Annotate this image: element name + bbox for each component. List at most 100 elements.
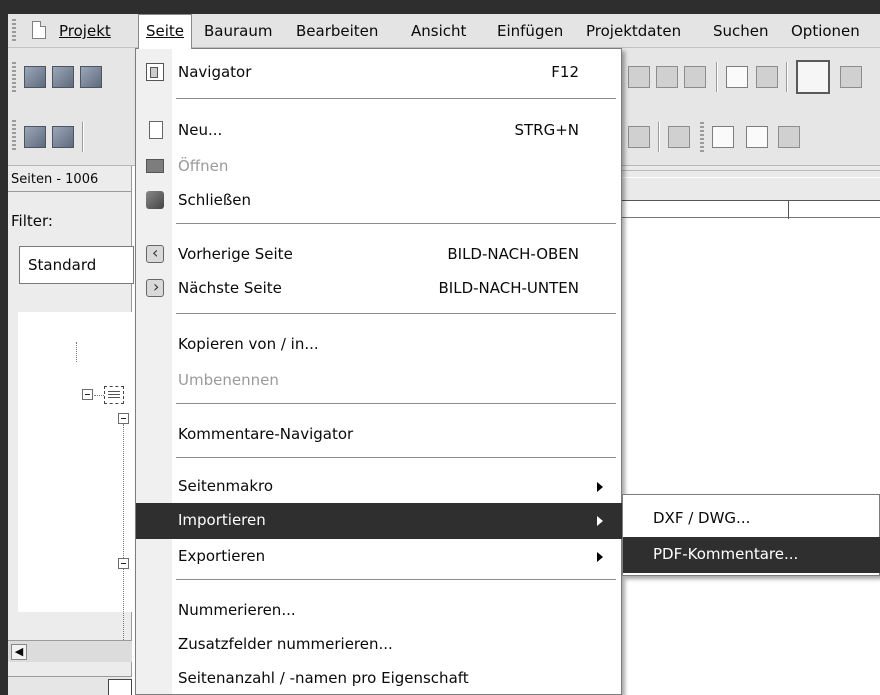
menu-item-seitenmakro[interactable]: Seitenmakro xyxy=(136,469,623,505)
menu-item-umbenennen[interactable]: Umbenennen xyxy=(136,363,623,399)
menu-bauraum[interactable]: Bauraum xyxy=(197,14,279,48)
menu-item-shortcut: BILD-NACH-OBEN xyxy=(447,245,579,263)
menu-item-kopieren[interactable]: Kopieren von / in... xyxy=(136,327,623,363)
toolbar-grip[interactable] xyxy=(12,120,16,150)
menu-item-seitenanzahl[interactable]: Seitenanzahl / -namen pro Eigenschaft xyxy=(136,661,623,695)
document-icon xyxy=(32,21,46,39)
arrow-back-icon[interactable] xyxy=(684,66,706,88)
toolbar-button-icon[interactable] xyxy=(24,126,46,148)
window-frame-top xyxy=(0,0,880,14)
menu-item-exportieren[interactable]: Exportieren xyxy=(136,539,623,575)
arrow-forward-icon[interactable] xyxy=(656,66,678,88)
menu-projektdaten[interactable]: Projektdaten xyxy=(579,14,688,48)
menu-item-neu[interactable]: Neu... STRG+N xyxy=(136,113,623,149)
menu-seite[interactable]: Seite xyxy=(138,14,193,49)
toolbar-grip[interactable] xyxy=(12,62,16,92)
menu-item-label: Nächste Seite xyxy=(178,279,282,297)
menu-bar: Projekt Seite Bauraum Bearbeiten Ansicht… xyxy=(8,14,880,49)
menu-item-label: Navigator xyxy=(178,63,252,81)
scroll-left-icon[interactable]: ◀ xyxy=(11,644,27,660)
menu-optionen-label: Optionen xyxy=(791,22,860,40)
pages-panel: Seiten - 1006 Filter: Standard ◀ xyxy=(8,166,134,695)
menu-item-label: Schließen xyxy=(178,191,252,209)
toolbar-button-icon[interactable] xyxy=(52,126,74,148)
menu-einfuegen[interactable]: Einfügen xyxy=(490,14,570,48)
page-icon[interactable] xyxy=(746,126,768,148)
submenu-arrow-icon xyxy=(597,552,603,562)
menu-item-schliessen[interactable]: Schließen xyxy=(136,183,623,219)
menu-item-importieren[interactable]: Importieren xyxy=(136,503,623,539)
filter-label: Filter: xyxy=(11,212,53,230)
menu-item-shortcut: BILD-NACH-UNTEN xyxy=(438,279,579,297)
seite-dropdown-menu: Navigator F12 Neu... STRG+N Öffnen Schli… xyxy=(135,48,623,695)
menu-item-naechste-seite[interactable]: Nächste Seite BILD-NACH-UNTEN xyxy=(136,271,623,307)
toolbar-button-icon[interactable] xyxy=(80,66,102,88)
menu-ansicht[interactable]: Ansicht xyxy=(404,14,473,48)
menu-item-label: Nummerieren... xyxy=(178,601,296,619)
panel-divider xyxy=(8,191,132,192)
menu-item-zusatzfelder-nummerieren[interactable]: Zusatzfelder nummerieren... xyxy=(136,627,623,663)
menu-bearbeiten[interactable]: Bearbeiten xyxy=(289,14,385,48)
toolbar-button-icon[interactable] xyxy=(668,126,690,148)
table-icon[interactable] xyxy=(756,66,778,88)
menu-optionen[interactable]: Optionen xyxy=(784,14,867,48)
collapse-icon[interactable] xyxy=(118,413,129,424)
toolbar-button-icon[interactable] xyxy=(52,66,74,88)
submenu-item-pdf-kommentare[interactable]: PDF-Kommentare... xyxy=(623,537,880,573)
menubar-grip[interactable] xyxy=(12,19,16,41)
checkbox-icon[interactable] xyxy=(726,66,748,88)
page-tree[interactable] xyxy=(18,312,132,644)
menu-projekt-label: Projekt xyxy=(59,22,111,40)
editor-tab-strip xyxy=(622,166,880,200)
submenu-item-label: PDF-Kommentare... xyxy=(653,545,799,563)
next-page-icon xyxy=(146,277,164,297)
menu-projektdaten-label: Projektdaten xyxy=(586,22,682,40)
toolbar-grip[interactable] xyxy=(700,122,704,152)
menu-suchen[interactable]: Suchen xyxy=(706,14,776,48)
menu-item-label: Seitenmakro xyxy=(178,477,274,495)
filter-select[interactable]: Standard xyxy=(19,246,134,284)
menu-projekt[interactable]: Projekt xyxy=(52,14,118,48)
submenu-item-dxf-dwg[interactable]: DXF / DWG... xyxy=(623,501,880,537)
arrow-up-icon[interactable] xyxy=(628,66,650,88)
menu-item-label: Öffnen xyxy=(178,157,229,175)
toolbar-button-icon[interactable] xyxy=(712,126,734,148)
window-frame-left xyxy=(0,0,8,695)
toolbar-button-icon[interactable] xyxy=(840,66,862,88)
horizontal-scrollbar[interactable]: ◀ xyxy=(8,640,132,662)
menu-bearbeiten-label: Bearbeiten xyxy=(296,22,379,40)
application-window: Projekt Seite Bauraum Bearbeiten Ansicht… xyxy=(0,0,880,695)
toolbar-separator xyxy=(716,62,718,92)
importieren-submenu: DXF / DWG... PDF-Kommentare... xyxy=(622,494,880,576)
menu-item-oeffnen[interactable]: Öffnen xyxy=(136,149,623,185)
panel-bottom-bar xyxy=(8,676,132,695)
collapse-icon[interactable] xyxy=(118,558,129,569)
menu-item-label: Kopieren von / in... xyxy=(178,335,319,353)
menu-item-label: Kommentare-Navigator xyxy=(178,425,354,443)
toolbar-button-icon[interactable] xyxy=(628,126,650,148)
menu-seite-label: Seite xyxy=(146,22,185,40)
menu-item-kommentare-navigator[interactable]: Kommentare-Navigator xyxy=(136,417,623,453)
panel-title: Seiten - 1006 xyxy=(11,172,99,187)
toolbar-button-icon[interactable] xyxy=(24,66,46,88)
menu-separator xyxy=(176,579,616,580)
toolbar-separator xyxy=(786,62,788,92)
menu-item-nummerieren[interactable]: Nummerieren... xyxy=(136,593,623,629)
menu-item-vorherige-seite[interactable]: Vorherige Seite BILD-NACH-OBEN xyxy=(136,237,623,273)
tree-connector xyxy=(76,342,77,362)
menu-item-navigator[interactable]: Navigator F12 xyxy=(136,55,623,91)
close-page-icon xyxy=(146,191,164,209)
collapse-icon[interactable] xyxy=(82,389,93,400)
menu-item-shortcut: F12 xyxy=(551,63,579,81)
menu-ansicht-label: Ansicht xyxy=(411,22,467,40)
toolbar-separator xyxy=(658,122,660,152)
new-page-icon xyxy=(149,121,163,139)
toolbar-button-icon[interactable] xyxy=(778,126,800,148)
menu-separator xyxy=(176,98,616,99)
panel-tab-button[interactable] xyxy=(108,679,132,695)
submenu-item-label: DXF / DWG... xyxy=(653,509,751,527)
open-icon xyxy=(146,159,164,173)
window-icon[interactable] xyxy=(796,60,830,94)
project-node-icon[interactable] xyxy=(104,386,124,404)
graphical-editor[interactable] xyxy=(622,166,880,695)
